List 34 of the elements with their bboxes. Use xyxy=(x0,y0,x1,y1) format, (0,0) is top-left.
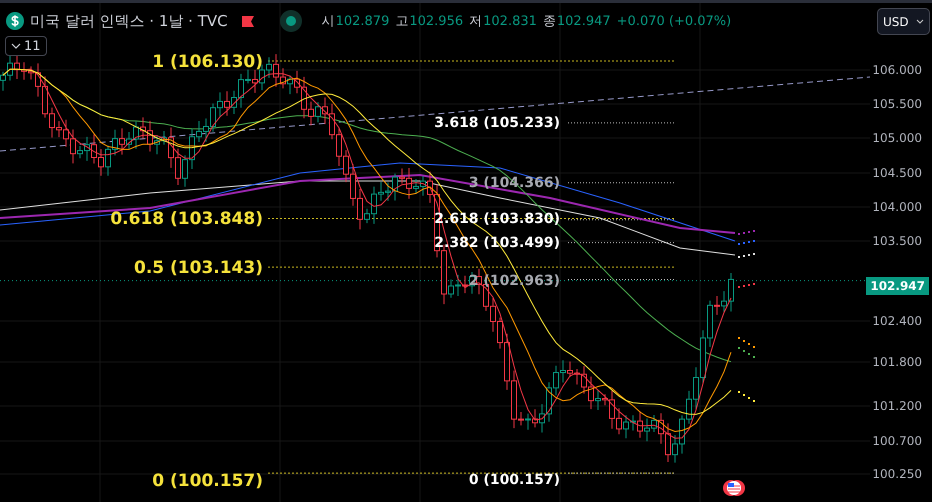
price-axis-label: 104.000 xyxy=(872,200,922,214)
price-axis-label: 105.500 xyxy=(872,97,922,111)
fib-level-label: 0 (100.157) xyxy=(468,472,560,488)
price-change: +0.070 (+0.07%) xyxy=(616,14,732,28)
price-axis-label: 100.250 xyxy=(872,467,922,481)
ohlc-value: 102.831 xyxy=(483,14,537,28)
price-axis-label: 104.500 xyxy=(872,166,922,180)
last-price-label: 102.947 xyxy=(866,277,929,295)
price-axis-label: 100.700 xyxy=(872,434,922,448)
fib-level-label: 0.618 (103.848) xyxy=(110,209,263,229)
caret-icon xyxy=(11,43,21,49)
ohlc-label: 고 xyxy=(395,13,408,30)
ohlc-value: 102.879 xyxy=(336,14,390,28)
price-axis-label: 102.400 xyxy=(872,314,922,328)
ohlc-label: 저 xyxy=(469,13,482,30)
ohlc-label: 시 xyxy=(322,13,335,30)
fib-level-label: 0 (100.157) xyxy=(152,471,263,491)
dollar-icon xyxy=(6,12,24,30)
price-axis-label: 105.000 xyxy=(872,131,922,145)
caret-icon xyxy=(916,19,924,24)
price-axis-label: 103.500 xyxy=(872,234,922,248)
symbol-title: 미국 달러 인덱스 · 1날 · TVC xyxy=(30,12,228,30)
price-axis-label: 101.200 xyxy=(872,399,922,413)
ohlc-label: 종 xyxy=(542,13,556,30)
fib-level-label: 3.618 (105.233) xyxy=(434,115,560,131)
indicators-toggle[interactable]: 11 xyxy=(5,36,47,56)
fib-level-label: 0.5 (103.143) xyxy=(134,258,263,278)
ohlc-value: 102.956 xyxy=(409,14,464,28)
currency-select[interactable]: USD xyxy=(877,8,930,35)
ohlc-value: 102.947 xyxy=(556,14,611,28)
price-axis-label: 106.000 xyxy=(872,63,922,77)
price-axis-label: 101.800 xyxy=(872,355,922,369)
fib-level-label: 1 (106.130) xyxy=(152,52,263,72)
flag-icon[interactable] xyxy=(721,478,747,498)
